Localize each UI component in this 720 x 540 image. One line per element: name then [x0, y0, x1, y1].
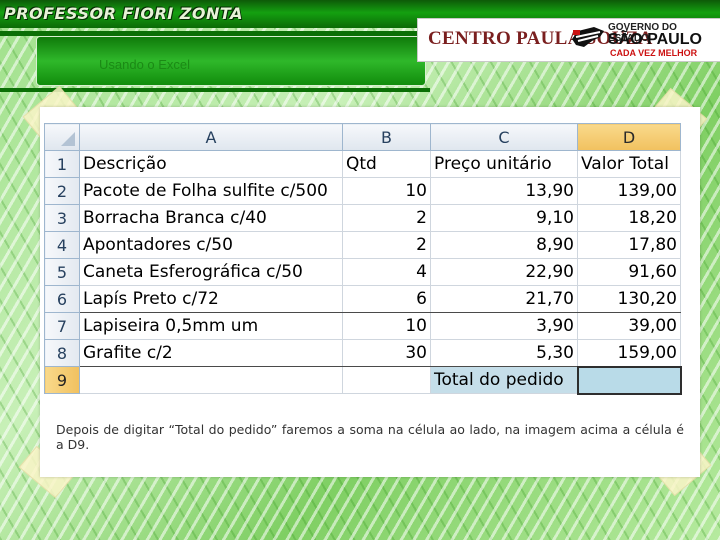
cell-a6[interactable]: Lapís Preto c/72: [79, 285, 343, 313]
cell-b9[interactable]: [342, 366, 431, 394]
cell-c1[interactable]: Preço unitário: [430, 150, 578, 178]
cell-d9-active[interactable]: [576, 365, 682, 395]
cell-b1[interactable]: Qtd: [342, 150, 431, 178]
column-header-a[interactable]: A: [79, 123, 343, 151]
cell-a1[interactable]: Descrição: [79, 150, 343, 178]
slide-title-box: Usando o Excel: [36, 36, 426, 86]
cell-b7[interactable]: 10: [342, 312, 431, 340]
cell-b4[interactable]: 2: [342, 231, 431, 259]
cell-a3[interactable]: Borracha Branca c/40: [79, 204, 343, 232]
row-header[interactable]: 2: [44, 177, 80, 205]
cell-c8[interactable]: 5,30: [430, 339, 578, 367]
row-header[interactable]: 6: [44, 285, 80, 313]
cell-d1[interactable]: Valor Total: [577, 150, 681, 178]
cell-c4[interactable]: 8,90: [430, 231, 578, 259]
select-all-corner[interactable]: [44, 123, 80, 151]
corner-triangle-icon: [61, 132, 75, 146]
cell-a7[interactable]: Lapiseira 0,5mm um: [79, 312, 343, 340]
cell-d6[interactable]: 130,20: [577, 285, 681, 313]
spreadsheet: A B C D 1 Descrição Qtd Preço unitário V…: [44, 123, 682, 395]
row-header[interactable]: 4: [44, 231, 80, 259]
cell-c7[interactable]: 3,90: [430, 312, 578, 340]
cell-a8[interactable]: Grafite c/2: [79, 339, 343, 367]
cell-d3[interactable]: 18,20: [577, 204, 681, 232]
cell-c6[interactable]: 21,70: [430, 285, 578, 313]
cell-d7[interactable]: 39,00: [577, 312, 681, 340]
column-header-c[interactable]: C: [430, 123, 578, 151]
cell-c3[interactable]: 9,10: [430, 204, 578, 232]
cell-c9-total-label[interactable]: Total do pedido: [430, 366, 578, 394]
slide-title: Usando o Excel: [99, 57, 191, 72]
row-header-selected[interactable]: 9: [44, 366, 80, 394]
institution-logos: CENTRO PAULA SOUZA GOVERNO DO ESTADO SÃO…: [417, 18, 720, 62]
row-header[interactable]: 1: [44, 150, 80, 178]
column-header-b[interactable]: B: [342, 123, 431, 151]
sao-paulo-map-icon: [572, 27, 604, 47]
cell-c2[interactable]: 13,90: [430, 177, 578, 205]
cell-c5[interactable]: 22,90: [430, 258, 578, 286]
cell-d2[interactable]: 139,00: [577, 177, 681, 205]
cell-a9[interactable]: [79, 366, 343, 394]
row-header[interactable]: 7: [44, 312, 80, 340]
column-header-d[interactable]: D: [577, 123, 681, 151]
cell-d8[interactable]: 159,00: [577, 339, 681, 367]
cell-b6[interactable]: 6: [342, 285, 431, 313]
row-header[interactable]: 8: [44, 339, 80, 367]
slide-caption: Depois de digitar “Total do pedido” fare…: [56, 422, 684, 452]
cell-a5[interactable]: Caneta Esferográfica c/50: [79, 258, 343, 286]
gov-line-2: SÃO PAULO: [608, 31, 702, 48]
cell-b2[interactable]: 10: [342, 177, 431, 205]
cell-d5[interactable]: 91,60: [577, 258, 681, 286]
cell-d4[interactable]: 17,80: [577, 231, 681, 259]
gov-line-3: CADA VEZ MELHOR: [610, 48, 698, 58]
brand-title: PROFESSOR FIORI ZONTA: [4, 4, 243, 23]
cell-b5[interactable]: 4: [342, 258, 431, 286]
cell-a4[interactable]: Apontadores c/50: [79, 231, 343, 259]
cell-a2[interactable]: Pacote de Folha sulfite c/500: [79, 177, 343, 205]
cell-b8[interactable]: 30: [342, 339, 431, 367]
row-header[interactable]: 5: [44, 258, 80, 286]
row-header[interactable]: 3: [44, 204, 80, 232]
cell-b3[interactable]: 2: [342, 204, 431, 232]
